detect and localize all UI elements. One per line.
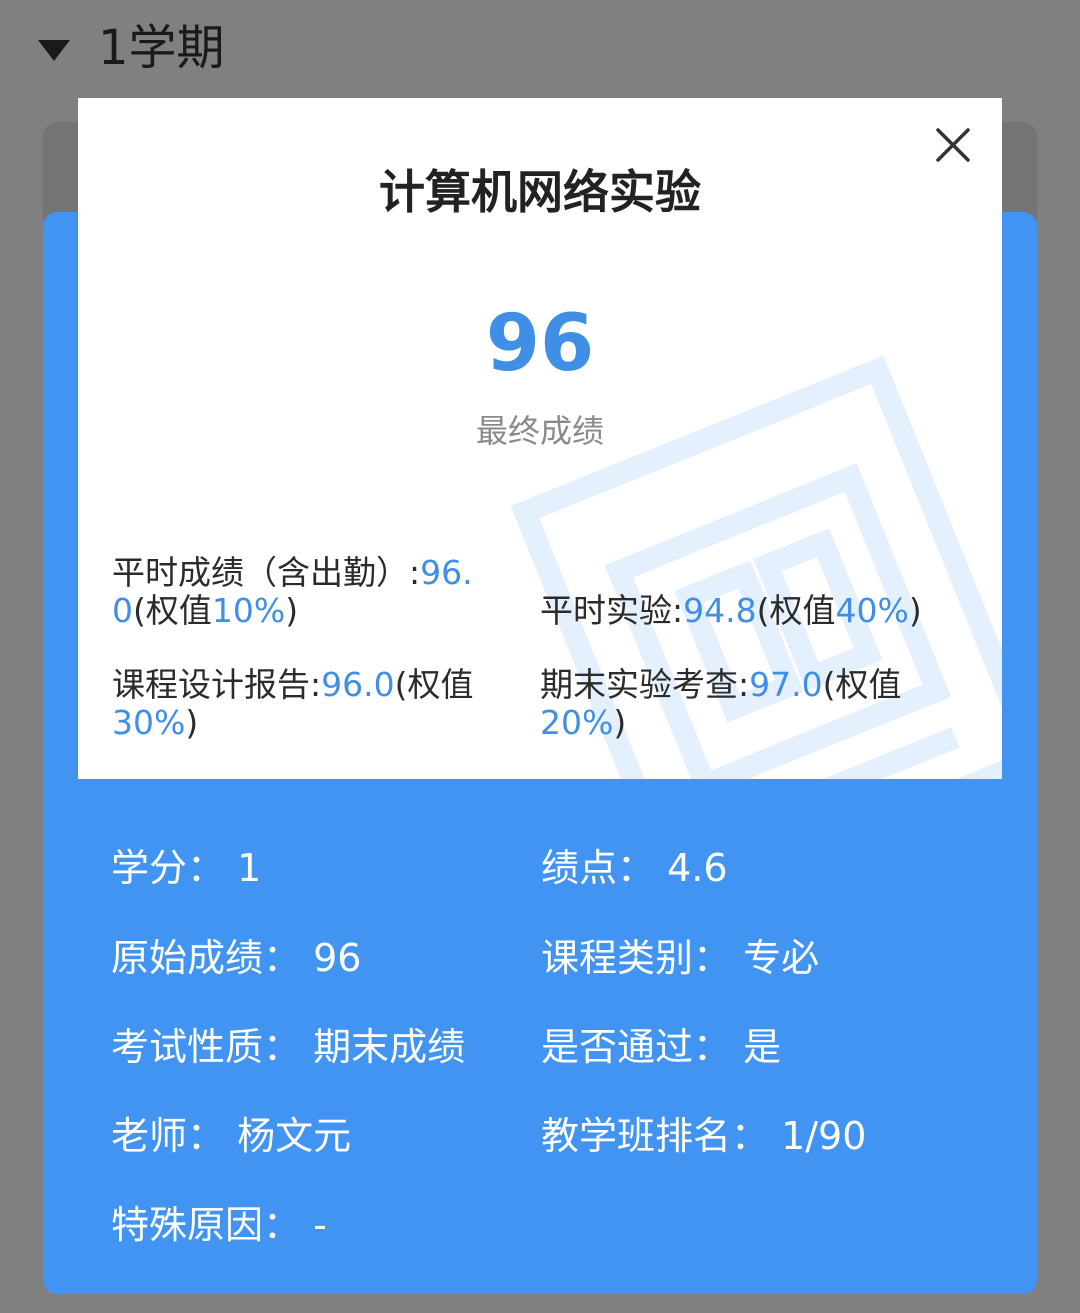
final-score-label: 最终成绩 xyxy=(475,412,604,450)
raw-score-field: 原始成绩： 96 xyxy=(111,936,362,980)
final-score: 96 xyxy=(485,299,595,389)
component-weight: 10% xyxy=(211,591,286,630)
semester-label: 1学期 xyxy=(98,20,225,76)
teacher-field: 老师： 杨文元 xyxy=(111,1114,352,1158)
exam-nature-field: 考试性质： 期末成绩 xyxy=(111,1025,466,1069)
component-weight-suffix: ) xyxy=(185,703,199,742)
info-row: 学分： 1 绩点： 4.6 xyxy=(111,838,1011,898)
component-score: 96.0 xyxy=(321,665,395,704)
component-weight-prefix: (权值 xyxy=(756,591,836,630)
component-weight-suffix: ) xyxy=(285,591,299,630)
info-row: 原始成绩： 96 课程类别： 专必 xyxy=(111,928,1011,988)
component-name: 平时成绩（含出勤）: xyxy=(112,553,421,592)
score-breakdown-modal: 计算机网络实验 96 最终成绩 平时成绩（含出勤）:96.0(权值10%) 平时… xyxy=(78,98,1002,779)
credit-field: 学分： 1 xyxy=(111,846,262,890)
semester-header[interactable]: 1学期 xyxy=(38,18,225,78)
component-weight-prefix: (权值 xyxy=(394,665,474,704)
score-component-report: 课程设计报告:96.0(权值 30%) xyxy=(112,666,492,742)
info-row: 老师： 杨文元 教学班排名： 1/90 xyxy=(111,1106,1011,1166)
component-name: 平时实验: xyxy=(540,591,684,630)
component-weight: 20% xyxy=(540,703,614,742)
score-component-usual: 平时成绩（含出勤）:96.0(权值10%) xyxy=(112,554,492,630)
component-weight-suffix: ) xyxy=(908,591,922,630)
score-component-final-lab: 期末实验考查:97.0(权值 20%) xyxy=(540,666,920,742)
component-name: 期末实验考查: xyxy=(540,665,750,704)
passed-field: 是否通过： 是 xyxy=(541,1025,782,1069)
class-rank-field: 教学班排名： 1/90 xyxy=(541,1114,867,1158)
component-weight-prefix: (权值 xyxy=(822,665,902,704)
special-reason-field: 特殊原因： - xyxy=(111,1203,327,1247)
gpa-field: 绩点： 4.6 xyxy=(541,846,728,890)
component-name: 课程设计报告: xyxy=(112,665,322,704)
component-weight-prefix: (权值 xyxy=(133,591,212,630)
info-row: 考试性质： 期末成绩 是否通过： 是 xyxy=(111,1017,1011,1077)
info-row: 特殊原因： - xyxy=(111,1195,1011,1255)
course-type-field: 课程类别： 专必 xyxy=(541,936,820,980)
component-weight: 30% xyxy=(112,703,186,742)
component-weight-suffix: ) xyxy=(613,703,627,742)
course-title: 计算机网络实验 xyxy=(379,165,701,219)
score-component-lab: 平时实验:94.8(权值40%) xyxy=(540,592,980,630)
caret-down-icon[interactable] xyxy=(38,39,70,61)
component-weight: 40% xyxy=(835,591,909,630)
component-score: 94.8 xyxy=(683,591,757,630)
component-score: 97.0 xyxy=(749,665,823,704)
